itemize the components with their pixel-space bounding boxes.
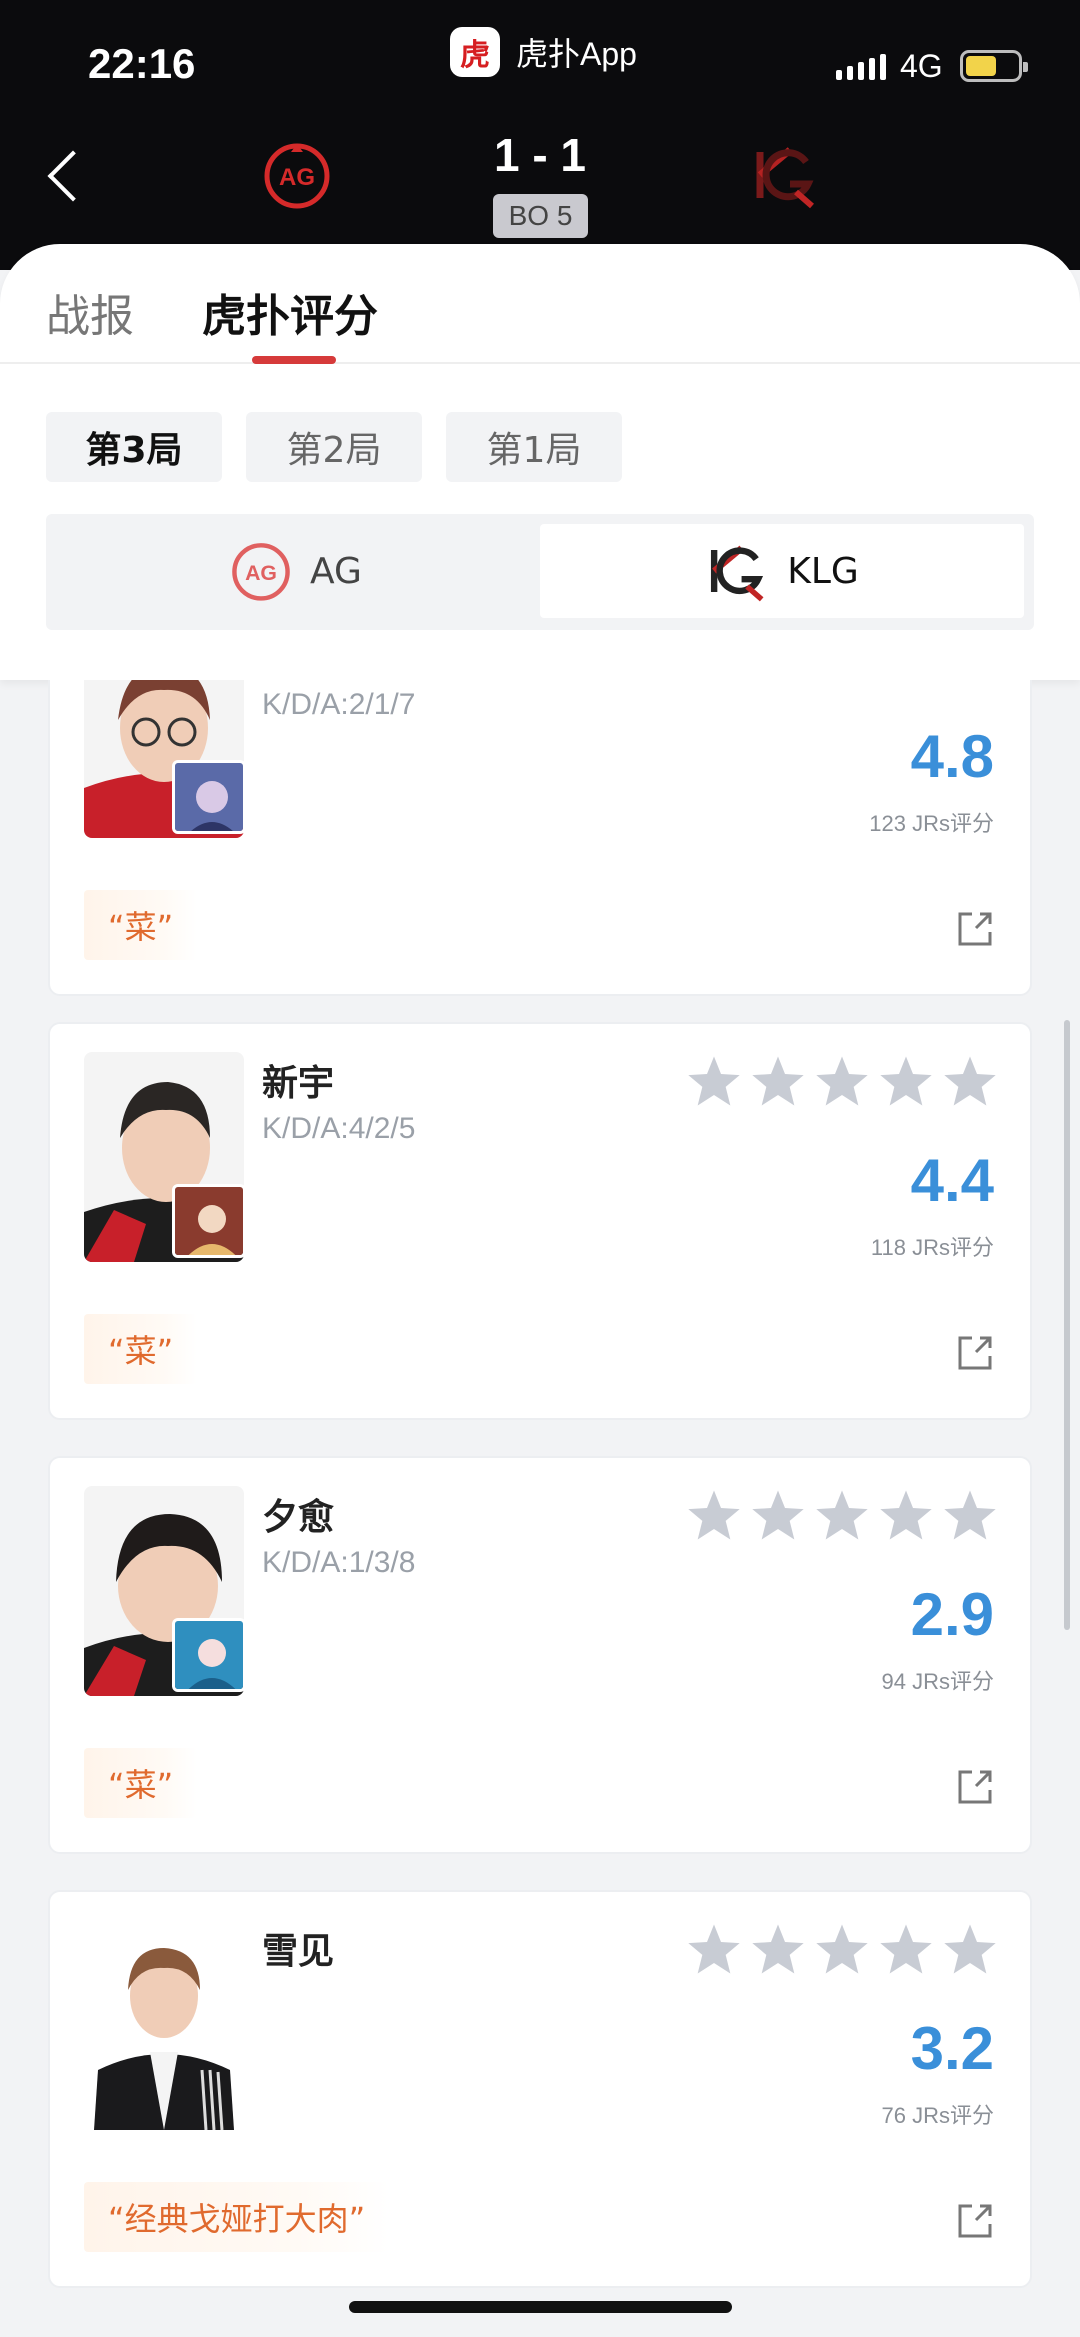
star-icon[interactable] — [750, 1922, 806, 1976]
active-tab-indicator — [252, 356, 336, 364]
team-switch: AG AG KLG — [46, 514, 1034, 630]
app-switch-pill[interactable]: 虎 虎扑App — [450, 26, 637, 78]
player-rating: 2.9 — [910, 1581, 994, 1648]
star-icon[interactable] — [942, 1922, 998, 1976]
svg-text:AG: AG — [245, 561, 277, 585]
team-tab-klg[interactable]: KLG — [540, 524, 1024, 618]
team-tab-ag[interactable]: AG AG — [56, 524, 536, 618]
tab-hupu-rating[interactable]: 虎扑评分 — [202, 280, 378, 344]
cellular-signal-icon — [836, 54, 886, 80]
player-rating: 4.4 — [910, 1147, 994, 1214]
ag-logo-icon: AG — [232, 543, 290, 601]
top-comment[interactable]: “菜” — [84, 1314, 198, 1384]
player-kda: K/D/A:4/2/5 — [262, 1112, 416, 1145]
round-1-button[interactable]: 第1局 — [446, 412, 622, 482]
player-name: 夕愈 — [262, 1497, 335, 1538]
home-indicator[interactable] — [349, 2301, 732, 2313]
player-rating-list[interactable]: K/D/A:2/1/7 4.8 123 JRs评分 “菜” 新宇 K/D/A:4… — [0, 680, 1080, 2337]
share-icon[interactable] — [956, 1768, 994, 1806]
round-selector: 第3局 第2局 第1局 — [46, 412, 622, 482]
team-tab-klg-label: KLG — [787, 550, 859, 592]
rating-panel: 战报 虎扑评分 第3局 第2局 第1局 AG AG KLG — [0, 244, 1080, 680]
share-icon[interactable] — [956, 1334, 994, 1372]
player-name: 雪见 — [262, 1931, 335, 1972]
player-card[interactable]: 夕愈 K/D/A:1/3/8 2.9 94 JRs评分 “菜” — [48, 1456, 1032, 1854]
star-icon[interactable] — [942, 1488, 998, 1542]
round-2-button[interactable]: 第2局 — [246, 412, 422, 482]
star-icon[interactable] — [686, 1488, 742, 1542]
star-icon[interactable] — [814, 1922, 870, 1976]
player-card[interactable]: 雪见 3.2 76 JRs评分 “经典戈娅打大肉” — [48, 1890, 1032, 2288]
top-comment[interactable]: “菜” — [84, 1748, 198, 1818]
share-icon[interactable] — [956, 910, 994, 948]
status-time: 22:16 — [88, 40, 196, 87]
klg-logo-icon — [711, 545, 764, 602]
player-kda: K/D/A:1/3/8 — [262, 1546, 416, 1579]
round-3-button[interactable]: 第3局 — [46, 412, 222, 482]
share-icon[interactable] — [956, 2202, 994, 2240]
klg-team-logo-icon — [756, 147, 814, 209]
player-name: 新宇 — [262, 1063, 335, 1104]
vote-count: 94 JRs评分 — [881, 1669, 994, 1694]
star-icon[interactable] — [814, 1488, 870, 1542]
tab-bar: 战报 虎扑评分 — [0, 244, 1080, 364]
match-score: 1 - 1 — [493, 129, 587, 181]
match-header: 22:16 虎 虎扑App 4G AG 1 - 1 BO 5 — [0, 0, 1080, 270]
team-tab-ag-label: AG — [310, 550, 362, 592]
star-icon[interactable] — [878, 1054, 934, 1108]
hero-portrait — [172, 1618, 246, 1692]
player-rating: 3.2 — [910, 2015, 994, 2082]
star-icon[interactable] — [750, 1488, 806, 1542]
hupu-logo-icon: 虎 — [450, 27, 500, 77]
star-icon[interactable] — [686, 1054, 742, 1108]
star-icon[interactable] — [686, 1922, 742, 1976]
top-comment[interactable]: “菜” — [84, 890, 198, 960]
star-icon[interactable] — [942, 1054, 998, 1108]
star-icon[interactable] — [878, 1488, 934, 1542]
hero-portrait — [172, 760, 246, 834]
rating-stars[interactable] — [686, 1922, 998, 1976]
rating-stars[interactable] — [686, 1054, 998, 1108]
player-kda: K/D/A:2/1/7 — [262, 688, 416, 721]
vote-count: 76 JRs评分 — [881, 2103, 994, 2128]
player-avatar — [84, 1920, 244, 2130]
player-rating: 4.8 — [910, 723, 994, 790]
network-type: 4G — [900, 48, 943, 84]
match-format-badge: BO 5 — [493, 194, 588, 238]
battery-icon — [960, 50, 1028, 82]
app-name: 虎扑App — [516, 36, 637, 72]
top-comment[interactable]: “经典戈娅打大肉” — [84, 2182, 390, 2252]
hero-portrait — [172, 1184, 246, 1258]
star-icon[interactable] — [750, 1054, 806, 1108]
vote-count: 123 JRs评分 — [869, 811, 994, 836]
star-icon[interactable] — [814, 1054, 870, 1108]
tab-report[interactable]: 战报 — [46, 280, 134, 344]
rating-stars[interactable] — [686, 1488, 998, 1542]
status-bar: 22:16 虎 虎扑App 4G — [0, 0, 1080, 130]
player-card[interactable]: 新宇 K/D/A:4/2/5 4.4 118 JRs评分 “菜” — [48, 1022, 1032, 1420]
player-card[interactable]: K/D/A:2/1/7 4.8 123 JRs评分 “菜” — [48, 680, 1032, 996]
scrollbar[interactable] — [1064, 1020, 1070, 1630]
star-icon[interactable] — [878, 1922, 934, 1976]
vote-count: 118 JRs评分 — [870, 1235, 994, 1260]
